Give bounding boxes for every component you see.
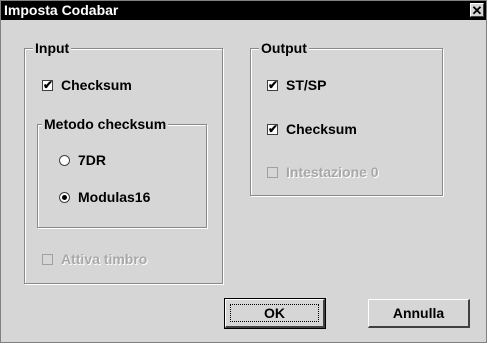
- header-zero-checkbox[interactable]: Intestazione 0: [267, 163, 379, 181]
- close-icon[interactable]: ✕: [470, 3, 484, 17]
- radio-unselected-icon: [59, 154, 70, 166]
- checkbox-unchecked-icon: [267, 166, 278, 178]
- method-checksum-group: Metodo checksum: [37, 115, 207, 228]
- input-checksum-checkbox[interactable]: ✔ Checksum: [42, 76, 132, 94]
- window-title: Imposta Codabar: [4, 2, 119, 18]
- stsp-label: ST/SP: [286, 77, 327, 93]
- input-checksum-label: Checksum: [61, 77, 132, 93]
- checkbox-checked-icon: ✔: [267, 121, 279, 136]
- stamp-label: Attiva timbro: [61, 251, 148, 267]
- checkbox-checked-icon: ✔: [42, 77, 54, 92]
- cancel-button-label: Annulla: [392, 305, 445, 321]
- stamp-checkbox[interactable]: Attiva timbro: [42, 250, 147, 268]
- ok-button[interactable]: OK: [224, 298, 326, 329]
- cancel-button[interactable]: Annulla: [368, 299, 470, 328]
- input-group-legend: Input: [33, 39, 72, 57]
- output-checksum-checkbox[interactable]: ✔ Checksum: [267, 120, 357, 138]
- output-checksum-label: Checksum: [286, 121, 357, 137]
- radio-7dr[interactable]: 7DR: [59, 151, 106, 169]
- radio-modulas16[interactable]: Modulas16: [59, 188, 150, 206]
- header-zero-label: Intestazione 0: [286, 164, 379, 180]
- radio-selected-icon: [59, 191, 70, 203]
- checkbox-checked-icon: ✔: [267, 77, 279, 92]
- checkbox-unchecked-icon: [42, 253, 53, 265]
- radio-7dr-label: 7DR: [78, 152, 107, 168]
- ok-button-label: OK: [264, 305, 285, 321]
- output-group-legend: Output: [259, 39, 309, 57]
- codabar-dialog: Imposta Codabar ✕ Input ✔ Checksum Metod…: [0, 0, 487, 343]
- method-checksum-legend: Metodo checksum: [42, 115, 169, 133]
- stsp-checkbox[interactable]: ✔ ST/SP: [267, 76, 326, 94]
- title-bar[interactable]: Imposta Codabar ✕: [1, 1, 486, 20]
- radio-modulas16-label: Modulas16: [78, 189, 151, 205]
